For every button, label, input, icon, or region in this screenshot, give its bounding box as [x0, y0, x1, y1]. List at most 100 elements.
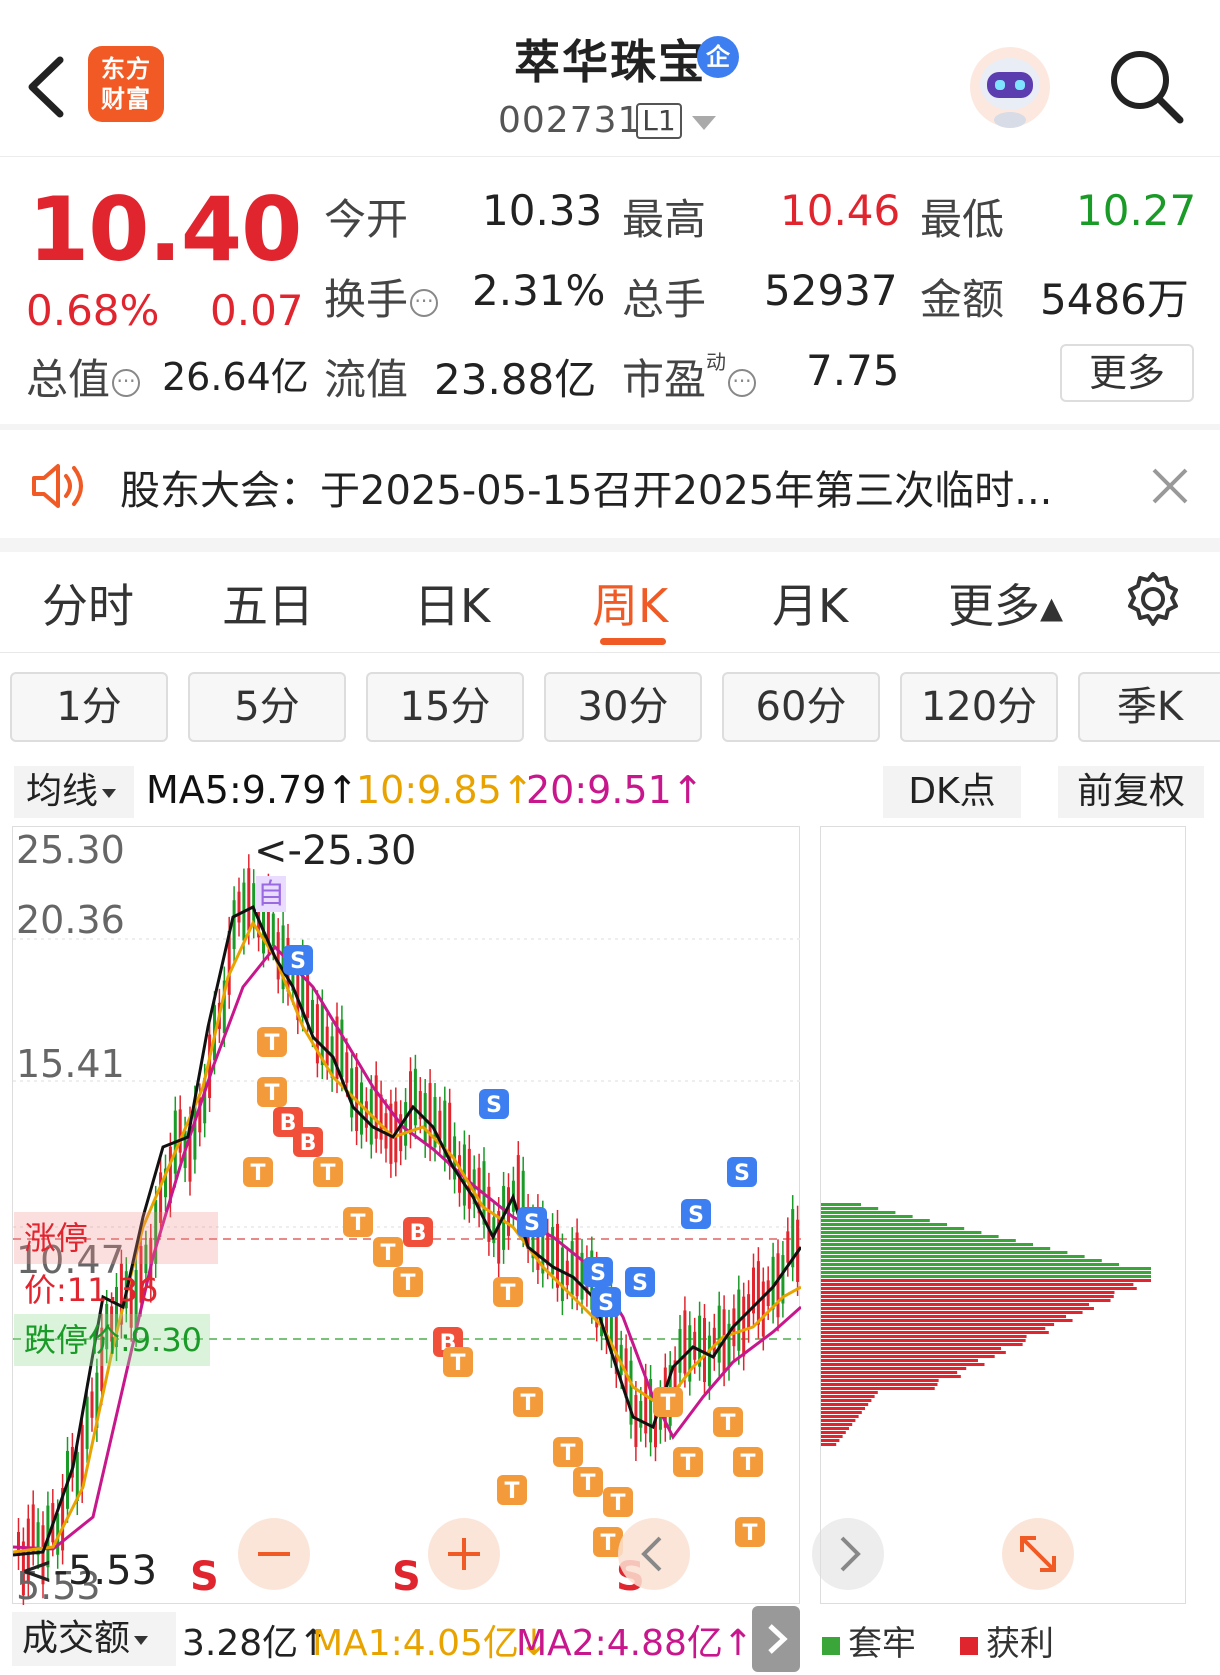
dk-point-button[interactable]: DK点 [883, 766, 1021, 818]
chip-bar [821, 1415, 859, 1418]
assistant-robot-icon[interactable] [965, 42, 1055, 132]
trade-signal-letter: S [590, 1261, 606, 1286]
candle-body [703, 1318, 706, 1383]
scroll-left-button[interactable] [618, 1518, 690, 1590]
trade-signal-letter: S [486, 1093, 502, 1118]
change-percent: 0.68% [26, 286, 160, 335]
chip-bar [821, 1203, 861, 1206]
period-30min-button[interactable]: 30分 [544, 672, 702, 742]
y-axis-label: 20.36 [16, 898, 125, 942]
chip-bar [821, 1355, 995, 1358]
candle-body [556, 1223, 559, 1288]
trade-signal-letter: S [290, 949, 306, 974]
y-axis-label: 15.41 [16, 1042, 125, 1086]
search-icon[interactable] [1106, 46, 1186, 126]
chip-bar [821, 1307, 1094, 1310]
trade-signal-letter: T [742, 1521, 757, 1546]
adjust-button[interactable]: 前复权 [1058, 766, 1204, 818]
expand-volume-button[interactable] [752, 1606, 800, 1672]
chip-bar [821, 1411, 862, 1414]
candle-body [325, 1026, 329, 1066]
chip-bar [821, 1367, 967, 1370]
tab-intraday[interactable]: 分时 [42, 570, 134, 636]
notice-text[interactable]: 股东大会：于2025-05-15召开2025年第三次临时... [120, 458, 1052, 516]
period-5min-button[interactable]: 5分 [188, 672, 346, 742]
chip-bar [821, 1347, 1002, 1350]
candle-body [678, 1328, 682, 1373]
candle-body [306, 970, 310, 1018]
ma-selector[interactable]: 均线 [14, 766, 134, 818]
trade-signal-letter: S [688, 1203, 704, 1228]
candle-body [413, 1068, 417, 1126]
volume-label: 总手 [622, 275, 707, 324]
turnover-info-icon[interactable]: ··· [410, 288, 439, 317]
chip-bar [821, 1435, 843, 1438]
tab-daily-k[interactable]: 日K [414, 570, 490, 636]
more-button[interactable]: 更多 [1060, 344, 1194, 402]
chip-bar [821, 1359, 978, 1362]
trade-signal-letter: T [400, 1271, 415, 1296]
low-label: 最低 [920, 195, 1005, 244]
candle-body [345, 1052, 349, 1083]
mktcap-value: 26.64亿 [162, 355, 309, 399]
chip-bar [821, 1291, 1115, 1294]
tab-weekly-k[interactable]: 周K [592, 570, 668, 636]
chip-bar [821, 1227, 965, 1230]
chip-bar [821, 1235, 999, 1238]
candle-body [364, 1101, 368, 1128]
candle-body [742, 1296, 746, 1357]
trade-signal-letter: S [632, 1271, 648, 1296]
pe-label: 市盈动··· [622, 346, 757, 407]
candle-body [786, 1231, 790, 1263]
mktcap-info-icon[interactable]: ··· [112, 368, 141, 397]
divider [0, 538, 1220, 552]
amount-value: 5486万 [1040, 275, 1189, 324]
change-value: 0.07 [210, 286, 304, 335]
chip-bar [821, 1403, 869, 1406]
level-badge[interactable]: L1 [636, 103, 682, 139]
candle-body [31, 1504, 35, 1552]
tab-five-day[interactable]: 五日 [222, 570, 314, 636]
code-dropdown-icon[interactable] [692, 116, 716, 130]
pe-sup: 动 [706, 350, 727, 374]
stock-code[interactable]: 002731 [498, 100, 641, 141]
turnover-label: 换手 ··· [324, 266, 439, 327]
candle-body [271, 913, 275, 947]
chip-distribution-chart [820, 826, 1186, 1604]
candle-body [570, 1241, 574, 1296]
limit-up-label: 涨停价:11.36 [14, 1212, 218, 1309]
candle-body [404, 1102, 408, 1146]
gear-icon[interactable] [1124, 570, 1182, 628]
period-1min-button[interactable]: 1分 [10, 672, 168, 742]
volume-value: 52937 [764, 266, 898, 315]
trade-signal-letter: B [410, 1221, 427, 1246]
dropdown-icon [134, 1635, 149, 1645]
tab-more[interactable]: 更多▴ [948, 570, 1063, 636]
chip-bar [821, 1431, 846, 1434]
volume-indicator-selector[interactable]: 成交额 [12, 1612, 176, 1666]
chip-bar [821, 1311, 1083, 1314]
high-label: 最高 [622, 195, 707, 244]
chip-bar [821, 1263, 1119, 1266]
chip-bar [821, 1407, 865, 1410]
chip-bar [821, 1239, 1016, 1242]
period-60min-button[interactable]: 60分 [722, 672, 880, 742]
period-15min-button[interactable]: 15分 [366, 672, 524, 742]
zoom-in-button[interactable] [428, 1518, 500, 1590]
chip-bar [821, 1379, 939, 1382]
zoom-out-button[interactable] [238, 1518, 310, 1590]
chip-bar [821, 1223, 947, 1226]
chip-bar [821, 1271, 1151, 1274]
candle-body [311, 999, 314, 1034]
chip-distribution-canvas [821, 1203, 1151, 1446]
pe-info-icon[interactable]: ··· [728, 368, 757, 397]
chip-bar [821, 1443, 837, 1446]
volume-readout: 3.28亿↑ [182, 1623, 329, 1664]
close-icon[interactable] [1150, 466, 1190, 506]
tab-monthly-k[interactable]: 月K [772, 570, 848, 636]
period-120min-button[interactable]: 120分 [900, 672, 1058, 742]
trade-signal-letter: T [600, 1531, 615, 1556]
period-quarter-k-button[interactable]: 季K [1078, 672, 1220, 742]
plus-icon [448, 1538, 480, 1570]
chip-bar [821, 1279, 1151, 1282]
